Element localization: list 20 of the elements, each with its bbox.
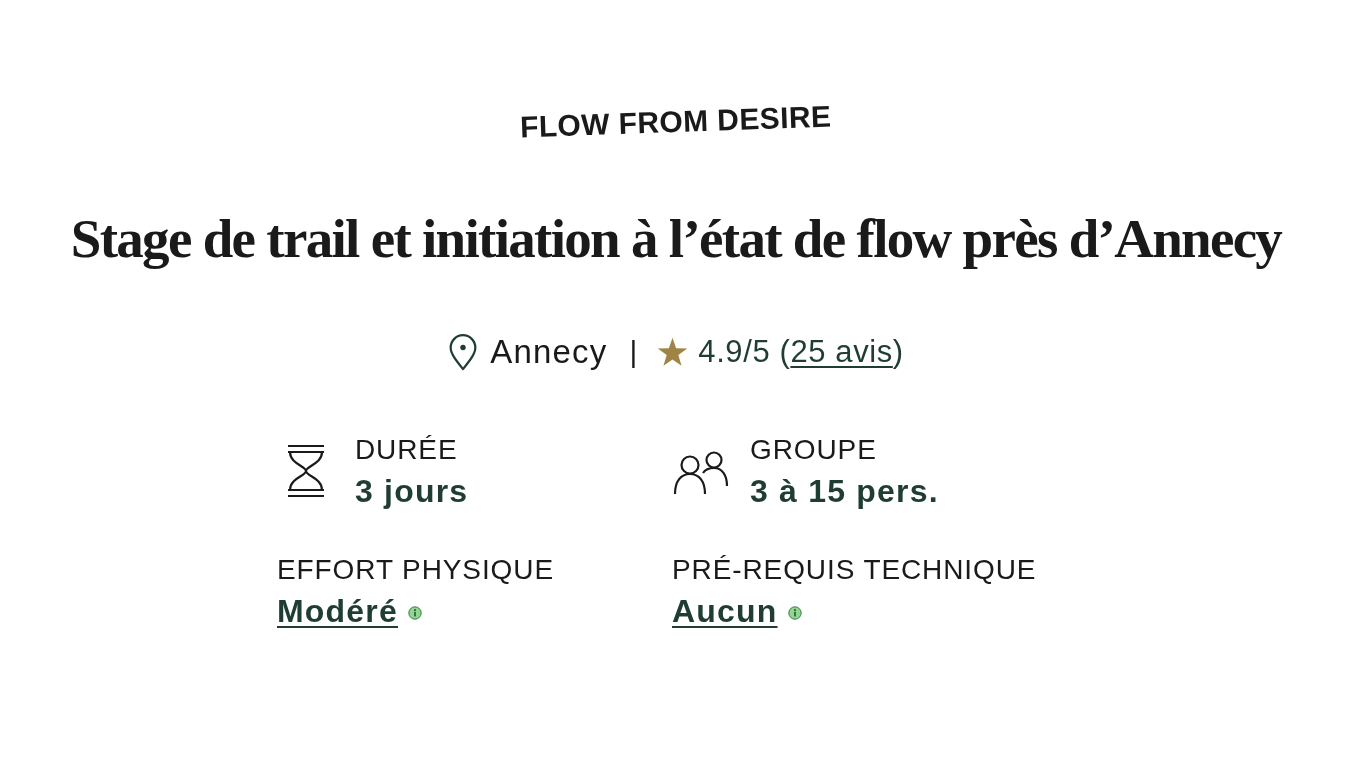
hourglass-icon — [287, 444, 325, 498]
brand-logo: FLOW FROM DESIRE — [519, 98, 833, 146]
fact-value: 3 jours — [355, 472, 469, 511]
reviews-link[interactable]: 25 avis — [790, 334, 893, 369]
fact-value-link[interactable]: Modéré — [277, 590, 398, 632]
separator-text: | — [629, 334, 638, 370]
fact-label: DURÉE — [355, 433, 458, 467]
page-title: Stage de trail et initiation à l’état de flow près d’Annecy — [70, 207, 1282, 271]
fact-label: EFFORT PHYSIQUE — [277, 553, 554, 587]
star-icon — [657, 337, 689, 367]
fact-value: 3 à 15 pers. — [750, 472, 939, 511]
rating-text: 4.9/5 (25 avis) — [698, 333, 904, 371]
info-icon[interactable] — [787, 606, 802, 620]
info-icon[interactable] — [408, 606, 422, 620]
location-pin-icon — [448, 333, 479, 371]
people-icon — [673, 451, 729, 495]
location-text: Annecy — [490, 332, 608, 372]
fact-value-link[interactable]: Aucun — [672, 590, 778, 632]
fact-label: GROUPE — [750, 433, 877, 467]
fact-label: PRÉ-REQUIS TECHNIQUE — [672, 553, 1037, 587]
